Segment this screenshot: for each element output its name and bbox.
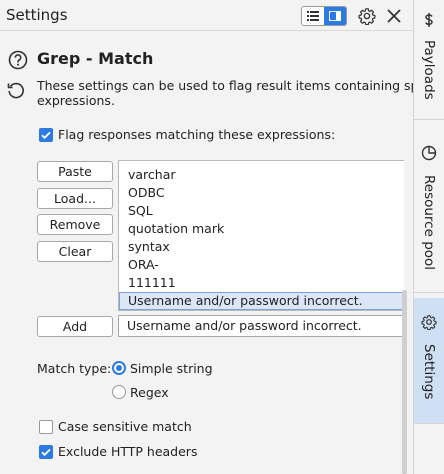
description-line: These settings can be used to flag resul…	[37, 78, 441, 93]
load-button[interactable]: Load...	[37, 188, 113, 209]
match-type-label: Match type:	[37, 361, 112, 376]
tab-payloads[interactable]: Payloads	[414, 0, 444, 120]
panel-header: Settings	[0, 0, 413, 31]
list-item[interactable]: syntax	[119, 238, 404, 256]
exclude-headers-label: Exclude HTTP headers	[58, 444, 198, 459]
reset-icon[interactable]	[6, 80, 26, 100]
case-sensitive-label: Case sensitive match	[58, 419, 192, 434]
regex-label: Regex	[130, 385, 169, 400]
exclude-headers-checkbox[interactable]	[39, 445, 53, 459]
case-sensitive-checkbox[interactable]	[39, 420, 53, 434]
remove-button[interactable]: Remove	[37, 214, 113, 235]
list-item[interactable]: 111111	[119, 274, 404, 292]
list-view-icon[interactable]	[302, 7, 324, 25]
list-item[interactable]: ODBC	[119, 184, 404, 202]
simple-string-label: Simple string	[130, 361, 213, 376]
view-toggle[interactable]	[301, 6, 347, 26]
tab-label: Resource pool	[421, 175, 437, 271]
section-title: Grep - Match	[37, 49, 154, 68]
help-icon[interactable]	[8, 50, 28, 70]
flag-responses-label: Flag responses matching these expression…	[58, 127, 336, 142]
description-line: expressions.	[37, 93, 115, 108]
add-button[interactable]: Add	[37, 316, 113, 337]
tab-label: Settings	[421, 344, 437, 400]
regex-radio[interactable]	[112, 385, 126, 399]
gear-icon	[421, 314, 437, 331]
tab-settings[interactable]: Settings	[414, 298, 444, 424]
list-item[interactable]: quotation mark	[119, 220, 404, 238]
panel-view-icon[interactable]	[324, 7, 346, 25]
section-description: These settings can be used to flag resul…	[37, 78, 441, 108]
flag-responses-checkbox[interactable]	[39, 128, 53, 142]
simple-string-radio[interactable]	[112, 361, 126, 375]
dollar-icon	[421, 12, 437, 28]
panel-title: Settings	[6, 6, 68, 24]
clear-button[interactable]: Clear	[37, 241, 113, 262]
expressions-list[interactable]: .. varchar ODBC SQL quotation mark synta…	[118, 160, 404, 311]
list-item-selected[interactable]: Username and/or password incorrect.	[119, 292, 404, 310]
list-item[interactable]: SQL	[119, 202, 404, 220]
tab-label: Payloads	[421, 40, 437, 100]
tab-resource-pool[interactable]: Resource pool	[414, 133, 444, 293]
list-item[interactable]: varchar	[119, 166, 404, 184]
gear-icon[interactable]	[356, 5, 378, 27]
paste-button[interactable]: Paste	[37, 161, 113, 182]
resource-pool-icon	[421, 145, 437, 161]
list-item[interactable]: ORA-	[119, 256, 404, 274]
vertical-scrollbar[interactable]	[402, 290, 407, 474]
new-expression-input[interactable]: Username and/or password incorrect.	[118, 315, 404, 337]
side-tab-bar: Payloads Resource pool Settings	[413, 0, 444, 474]
settings-content: Grep - Match These settings can be used …	[0, 32, 441, 474]
close-icon[interactable]	[383, 5, 405, 27]
